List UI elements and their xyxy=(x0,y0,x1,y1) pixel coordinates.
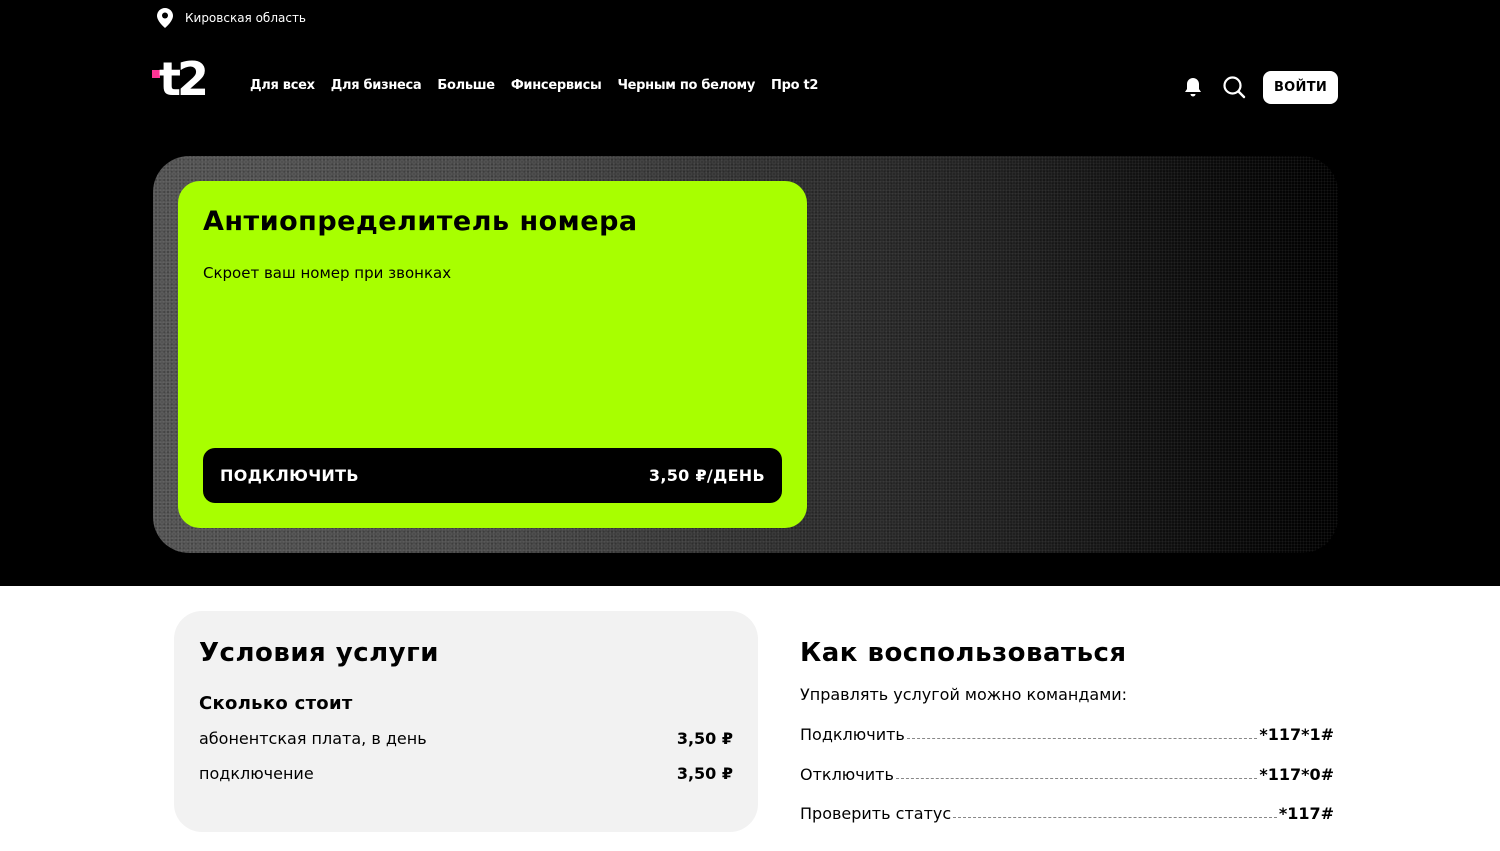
price-row-value: 3,50 ₽ xyxy=(676,764,733,783)
dotted-leader xyxy=(953,817,1277,818)
bell-icon[interactable] xyxy=(1182,76,1204,98)
price-row-label: подключение xyxy=(199,764,314,783)
nav-item-more[interactable]: Больше xyxy=(437,78,495,93)
command-code[interactable]: *117*1# xyxy=(1259,725,1334,744)
command-code[interactable]: *117*0# xyxy=(1259,765,1334,784)
login-button[interactable]: ВОЙТИ xyxy=(1263,71,1338,104)
service-title: Антиопределитель номера xyxy=(203,206,638,237)
service-card: Антиопределитель номера Скроет ваш номер… xyxy=(178,181,807,528)
dotted-leader xyxy=(895,778,1258,779)
nav-item-black-on-white[interactable]: Черным по белому xyxy=(617,78,755,93)
price-row: подключение 3,50 ₽ xyxy=(199,764,733,783)
how-to-title: Как воспользоваться xyxy=(800,638,1127,668)
main-nav: Для всех Для бизнеса Больше Финсервисы Ч… xyxy=(250,78,818,93)
nav-item-about-t2[interactable]: Про t2 xyxy=(771,78,818,93)
conditions-title: Условия услуги xyxy=(199,638,439,668)
connect-button[interactable]: ПОДКЛЮЧИТЬ 3,50 ₽/ДЕНЬ xyxy=(203,448,782,503)
region-selector[interactable]: Кировская область xyxy=(157,7,306,29)
command-code[interactable]: *117# xyxy=(1279,804,1334,823)
logo-text: t2 xyxy=(159,52,209,106)
t2-logo[interactable]: t2 xyxy=(152,52,214,106)
command-row-connect: Подключить *117*1# xyxy=(800,725,1334,744)
command-row-disconnect: Отключить *117*0# xyxy=(800,765,1334,784)
connect-button-label: ПОДКЛЮЧИТЬ xyxy=(220,466,359,485)
connect-button-price: 3,50 ₽/ДЕНЬ xyxy=(648,466,765,485)
top-dark-section: Кировская область t2 Для всех Для бизнес… xyxy=(0,0,1500,586)
command-label: Подключить xyxy=(800,725,905,744)
price-row-label: абонентская плата, в день xyxy=(199,729,427,748)
command-label: Проверить статус xyxy=(800,804,952,823)
service-conditions-panel: Условия услуги Сколько стоит абонентская… xyxy=(174,611,758,832)
conditions-subtitle: Сколько стоит xyxy=(199,693,353,714)
service-subtitle: Скроет ваш номер при звонках xyxy=(203,264,452,282)
command-label: Отключить xyxy=(800,765,894,784)
search-icon[interactable] xyxy=(1222,75,1246,99)
nav-item-finservices[interactable]: Финсервисы xyxy=(511,78,602,93)
dotted-leader xyxy=(906,738,1258,739)
location-pin-icon xyxy=(157,8,173,28)
command-row-status: Проверить статус *117# xyxy=(800,804,1334,823)
nav-item-business[interactable]: Для бизнеса xyxy=(331,78,422,93)
price-row-value: 3,50 ₽ xyxy=(676,729,733,748)
nav-item-for-all[interactable]: Для всех xyxy=(250,78,315,93)
region-name: Кировская область xyxy=(185,11,307,25)
how-to-intro: Управлять услугой можно командами: xyxy=(800,685,1128,704)
price-row: абонентская плата, в день 3,50 ₽ xyxy=(199,729,733,748)
